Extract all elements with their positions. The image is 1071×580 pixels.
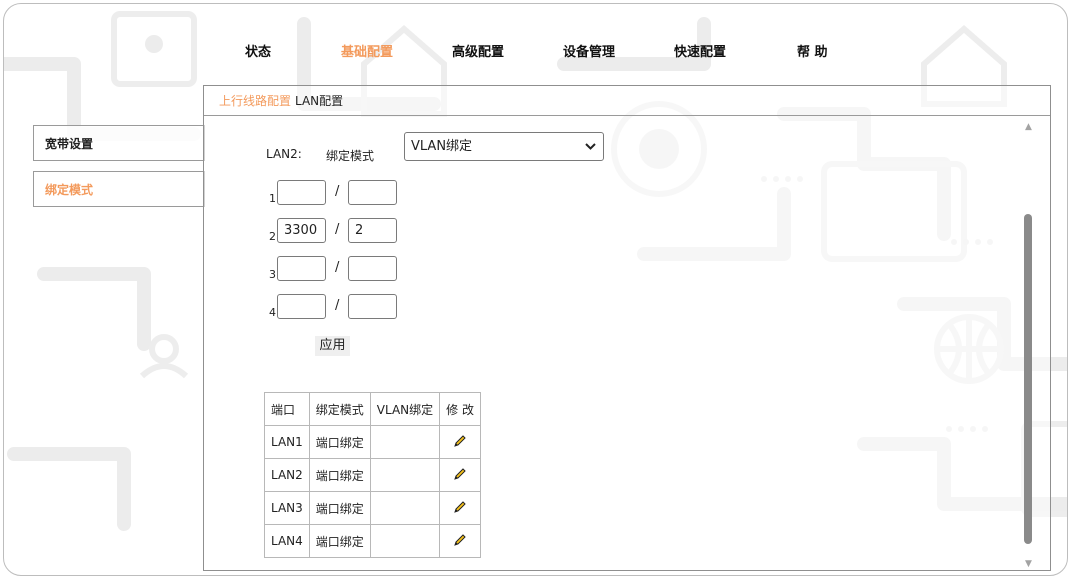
cell-mode: 端口绑定 [308,425,371,459]
table-header-row: 端口 绑定模式 VLAN绑定 修 改 [264,392,481,426]
scroll-up-icon[interactable]: ▲ [1024,123,1033,132]
apply-button[interactable]: 应用 [315,336,350,356]
cell-mode: 端口绑定 [308,458,371,492]
vlan-row-1-priority-input[interactable] [348,180,397,205]
breadcrumb-current: LAN配置 [295,94,344,108]
nav-quick-config[interactable]: 快速配置 [674,41,726,60]
vlan-row-1-index: 1 [269,192,276,205]
cell-edit [439,524,481,558]
cell-edit [439,458,481,492]
binding-mode-value: VLAN绑定 [411,139,473,154]
cell-port: LAN1 [264,425,310,459]
binding-mode-select[interactable]: VLAN绑定 [404,132,604,161]
vlan-row-2-index: 2 [269,230,276,243]
app-frame: 状态 基础配置 高级配置 设备管理 快速配置 帮 助 宽带设置 绑定模式 上行线… [3,3,1068,576]
vlan-row-3-index: 3 [269,268,276,281]
vlan-row-4-priority-input[interactable] [348,294,397,319]
top-nav: 状态 基础配置 高级配置 设备管理 快速配置 帮 助 [4,4,1067,84]
cell-port: LAN4 [264,524,310,558]
nav-basic-config[interactable]: 基础配置 [341,41,393,60]
cell-vlan [369,524,441,558]
pencil-icon[interactable] [453,500,467,517]
cell-port: LAN3 [264,491,310,525]
scroll-thumb[interactable] [1024,214,1032,544]
vlan-row-2-vid-input[interactable]: 3300 [277,218,326,243]
nav-status[interactable]: 状态 [245,41,271,60]
vlan-row-4-vid-input[interactable] [277,294,326,319]
pencil-icon[interactable] [453,434,467,451]
vlan-row-1-separator: / [335,184,340,199]
cell-mode: 端口绑定 [308,491,371,525]
nav-help[interactable]: 帮 助 [797,41,828,60]
nav-advanced-config[interactable]: 高级配置 [452,41,504,60]
binding-mode-label: 绑定模式 [326,149,375,163]
cell-vlan [369,458,441,492]
vlan-row-4-separator: / [335,298,340,313]
table-row: LAN3 端口绑定 [264,491,481,525]
pencil-icon[interactable] [453,533,467,550]
col-header-port: 端口 [264,392,310,426]
main-panel: 上行线路配置 LAN配置 LAN2: 绑定模式 VLAN绑定 1 / 2 3300… [203,85,1051,571]
scroll-down-icon[interactable]: ▼ [1024,560,1033,569]
cell-vlan [369,425,441,459]
vlan-row-2-priority-input[interactable]: 2 [348,218,397,243]
col-header-mode: 绑定模式 [308,392,371,426]
cell-mode: 端口绑定 [308,524,371,558]
cell-port: LAN2 [264,458,310,492]
cell-vlan [369,491,441,525]
vlan-row-1-vid-input[interactable] [277,180,326,205]
vlan-row-3-priority-input[interactable] [348,256,397,281]
table-row: LAN2 端口绑定 [264,458,481,492]
col-header-vlan: VLAN绑定 [369,392,441,426]
sidebar-item-broadband[interactable]: 宽带设置 [33,125,205,161]
vlan-row-4-index: 4 [269,306,276,319]
sidebar-item-binding-mode[interactable]: 绑定模式 [33,171,205,207]
breadcrumb-parent[interactable]: 上行线路配置 [219,94,291,108]
vlan-row-2-separator: / [335,222,340,237]
nav-device-management[interactable]: 设备管理 [563,41,615,60]
vertical-scrollbar[interactable]: ▲ ▼ [1021,117,1036,570]
vlan-row-3-vid-input[interactable] [277,256,326,281]
port-label: LAN2: [266,147,302,161]
col-header-edit: 修 改 [439,392,481,426]
cell-edit [439,425,481,459]
vlan-row-3-separator: / [335,260,340,275]
table-row: LAN1 端口绑定 [264,425,481,459]
chevron-down-icon [585,133,596,170]
breadcrumb: 上行线路配置 LAN配置 [204,86,1050,116]
pencil-icon[interactable] [453,467,467,484]
port-binding-table: 端口 绑定模式 VLAN绑定 修 改 LAN1 端口绑定 LAN2 端口绑定 L… [264,392,481,558]
content-area: LAN2: 绑定模式 VLAN绑定 1 / 2 3300 / 2 3 / 4 / [204,117,1036,570]
cell-edit [439,491,481,525]
table-row: LAN4 端口绑定 [264,524,481,558]
